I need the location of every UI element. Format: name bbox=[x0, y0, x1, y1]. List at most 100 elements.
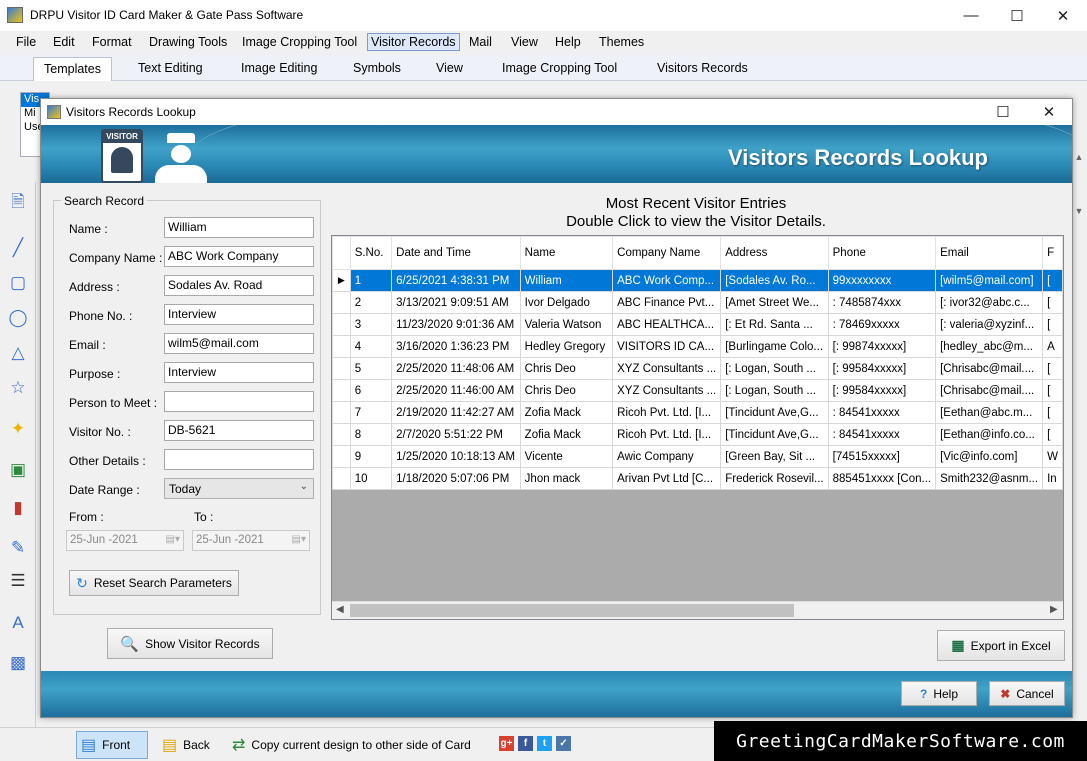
page-icon[interactable]: 🗎 bbox=[7, 192, 29, 214]
column-header[interactable]: Company Name bbox=[612, 236, 722, 270]
table-cell[interactable]: [ bbox=[1042, 313, 1063, 336]
menu-mail[interactable]: Mail bbox=[469, 35, 492, 49]
row-header[interactable] bbox=[332, 445, 351, 468]
to-date-picker[interactable]: 25-Jun -2021 ▤▾ bbox=[192, 530, 310, 551]
table-cell[interactable]: 885451xxxx [Con... bbox=[827, 467, 937, 490]
table-row[interactable]: 3 11/23/2020 9:01:36 AM Valeria Watson ABC … bbox=[332, 313, 1063, 336]
google-plus-icon[interactable]: g+ bbox=[499, 736, 514, 751]
table-cell[interactable]: Chris Deo bbox=[519, 379, 614, 402]
row-header[interactable] bbox=[332, 467, 351, 490]
table-cell[interactable]: ABC Finance Pvt... bbox=[612, 291, 722, 314]
table-cell[interactable]: Zofia Mack bbox=[519, 423, 614, 446]
table-cell[interactable]: 2/19/2020 11:42:27 AM bbox=[391, 401, 521, 424]
table-cell[interactable]: W bbox=[1042, 445, 1063, 468]
row-header[interactable] bbox=[332, 423, 351, 446]
table-cell[interactable]: 3 bbox=[349, 313, 393, 336]
row-header[interactable] bbox=[332, 335, 351, 358]
table-cell[interactable]: 3/16/2020 1:36:23 PM bbox=[391, 335, 521, 358]
table-cell[interactable]: Vicente bbox=[519, 445, 614, 468]
menu-file[interactable]: File bbox=[16, 35, 36, 49]
column-header[interactable]: Address bbox=[720, 236, 829, 270]
maximize-button[interactable]: ☐ bbox=[994, 0, 1040, 31]
table-cell[interactable]: 5 bbox=[349, 357, 393, 380]
row-header[interactable]: ▶ bbox=[332, 269, 351, 292]
triangle-icon[interactable]: △ bbox=[7, 342, 29, 364]
table-row[interactable]: 5 2/25/2020 11:48:06 AM Chris Deo XYZ Consu… bbox=[332, 357, 1063, 380]
menu-format[interactable]: Format bbox=[92, 35, 132, 49]
table-cell[interactable]: 2/25/2020 11:48:06 AM bbox=[391, 357, 521, 380]
shapes-icon[interactable]: ✦ bbox=[7, 418, 29, 440]
table-row[interactable]: 7 2/19/2020 11:42:27 AM Zofia Mack Ricoh Pv… bbox=[332, 401, 1063, 424]
table-cell[interactable]: : 84541xxxxx bbox=[827, 423, 937, 446]
table-cell[interactable]: 3/13/2021 9:09:51 AM bbox=[391, 291, 521, 314]
table-cell[interactable]: [Tincidunt Ave,G... bbox=[720, 423, 829, 446]
row-header[interactable] bbox=[332, 313, 351, 336]
picture-icon[interactable]: ▩ bbox=[7, 652, 29, 674]
table-cell[interactable]: 9 bbox=[349, 445, 393, 468]
star-icon[interactable]: ☆ bbox=[7, 377, 29, 399]
table-cell[interactable]: [: ivor32@abc.c... bbox=[935, 291, 1044, 314]
table-cell[interactable]: Hedley Gregory bbox=[519, 335, 614, 358]
table-cell[interactable]: Zofia Mack bbox=[519, 401, 614, 424]
image-icon[interactable]: ▣ bbox=[7, 459, 29, 481]
twitter-icon[interactable]: t bbox=[537, 736, 552, 751]
minimize-button[interactable]: — bbox=[948, 0, 994, 31]
show-visitor-records-button[interactable]: 🔍 Show Visitor Records bbox=[107, 628, 273, 659]
table-cell[interactable]: [wilm5@mail.com] bbox=[935, 269, 1044, 292]
table-cell[interactable]: 6 bbox=[349, 379, 393, 402]
menu-image-cropping-tool[interactable]: Image Cropping Tool bbox=[242, 35, 357, 49]
row-header[interactable] bbox=[332, 401, 351, 424]
table-cell[interactable]: Chris Deo bbox=[519, 357, 614, 380]
address-field[interactable]: Sodales Av. Road bbox=[164, 275, 314, 296]
column-header[interactable]: Date and Time bbox=[391, 236, 521, 270]
menu-themes[interactable]: Themes bbox=[599, 35, 644, 49]
ellipse-icon[interactable]: ◯ bbox=[7, 307, 29, 329]
email-field[interactable]: wilm5@mail.com bbox=[164, 333, 314, 354]
table-cell[interactable]: 7 bbox=[349, 401, 393, 424]
table-cell[interactable]: 10 bbox=[349, 467, 393, 490]
table-cell[interactable]: [Chrisabc@mail.... bbox=[935, 357, 1044, 380]
back-button[interactable]: ▤ Back bbox=[158, 731, 224, 759]
table-cell[interactable]: Frederick Rosevil... bbox=[720, 467, 829, 490]
cancel-button[interactable]: ✖ Cancel bbox=[989, 681, 1065, 706]
table-row[interactable]: 2 3/13/2021 9:09:51 AM Ivor Delgado ABC Fin… bbox=[332, 291, 1063, 314]
table-cell[interactable]: [Eethan@abc.m... bbox=[935, 401, 1044, 424]
line-icon[interactable]: ╱ bbox=[7, 237, 29, 259]
table-cell[interactable]: [Burlingame Colo... bbox=[720, 335, 829, 358]
menu-help[interactable]: Help bbox=[555, 35, 581, 49]
barcode-icon[interactable]: ☰ bbox=[7, 570, 29, 592]
table-cell[interactable]: [74515xxxxx] bbox=[827, 445, 937, 468]
company-name-field[interactable]: ABC Work Company bbox=[164, 246, 314, 267]
table-row[interactable]: ▶ 1 6/25/2021 4:38:31 PM William ABC Work Co… bbox=[332, 269, 1063, 292]
scroll-right-icon[interactable]: ▶ bbox=[1050, 604, 1058, 615]
person-to-meet-field[interactable] bbox=[164, 391, 314, 412]
table-cell[interactable]: [ bbox=[1042, 379, 1063, 402]
table-cell[interactable]: 8 bbox=[349, 423, 393, 446]
table-cell[interactable]: ABC HEALTHCA... bbox=[612, 313, 722, 336]
help-button[interactable]: ? Help bbox=[901, 681, 977, 706]
table-cell[interactable]: Ricoh Pvt. Ltd. [I... bbox=[612, 423, 722, 446]
table-row[interactable]: 6 2/25/2020 11:46:00 AM Chris Deo XYZ Consu… bbox=[332, 379, 1063, 402]
table-cell[interactable]: Valeria Watson bbox=[519, 313, 614, 336]
column-header[interactable]: S.No. bbox=[349, 236, 393, 270]
purpose-field[interactable]: Interview bbox=[164, 362, 314, 383]
table-cell[interactable]: [: Logan, South ... bbox=[720, 379, 829, 402]
tab-symbols[interactable]: Symbols bbox=[353, 61, 401, 75]
tab-image-cropping-tool[interactable]: Image Cropping Tool bbox=[502, 61, 617, 75]
table-cell[interactable]: William bbox=[519, 269, 614, 292]
column-header[interactable]: Phone bbox=[827, 236, 937, 270]
table-cell[interactable]: [: valeria@xyzinf... bbox=[935, 313, 1044, 336]
table-cell[interactable]: [Sodales Av. Ro... bbox=[720, 269, 829, 292]
phone-field[interactable]: Interview bbox=[164, 304, 314, 325]
table-cell[interactable]: [: 99584xxxxx] bbox=[827, 379, 937, 402]
table-row[interactable]: 4 3/16/2020 1:36:23 PM Hedley Gregory VISIT… bbox=[332, 335, 1063, 358]
table-cell[interactable]: [: Logan, South ... bbox=[720, 357, 829, 380]
table-row[interactable]: 8 2/7/2020 5:51:22 PM Zofia Mack Ricoh Pvt.… bbox=[332, 423, 1063, 446]
menu-drawing-tools[interactable]: Drawing Tools bbox=[149, 35, 227, 49]
table-cell[interactable]: 2/7/2020 5:51:22 PM bbox=[391, 423, 521, 446]
scrollbar-thumb[interactable] bbox=[350, 604, 794, 617]
facebook-icon[interactable]: f bbox=[518, 736, 533, 751]
table-cell[interactable]: : 84541xxxxx bbox=[827, 401, 937, 424]
table-cell[interactable]: [: 99874xxxxx] bbox=[827, 335, 937, 358]
like-icon[interactable]: ✓ bbox=[556, 736, 571, 751]
